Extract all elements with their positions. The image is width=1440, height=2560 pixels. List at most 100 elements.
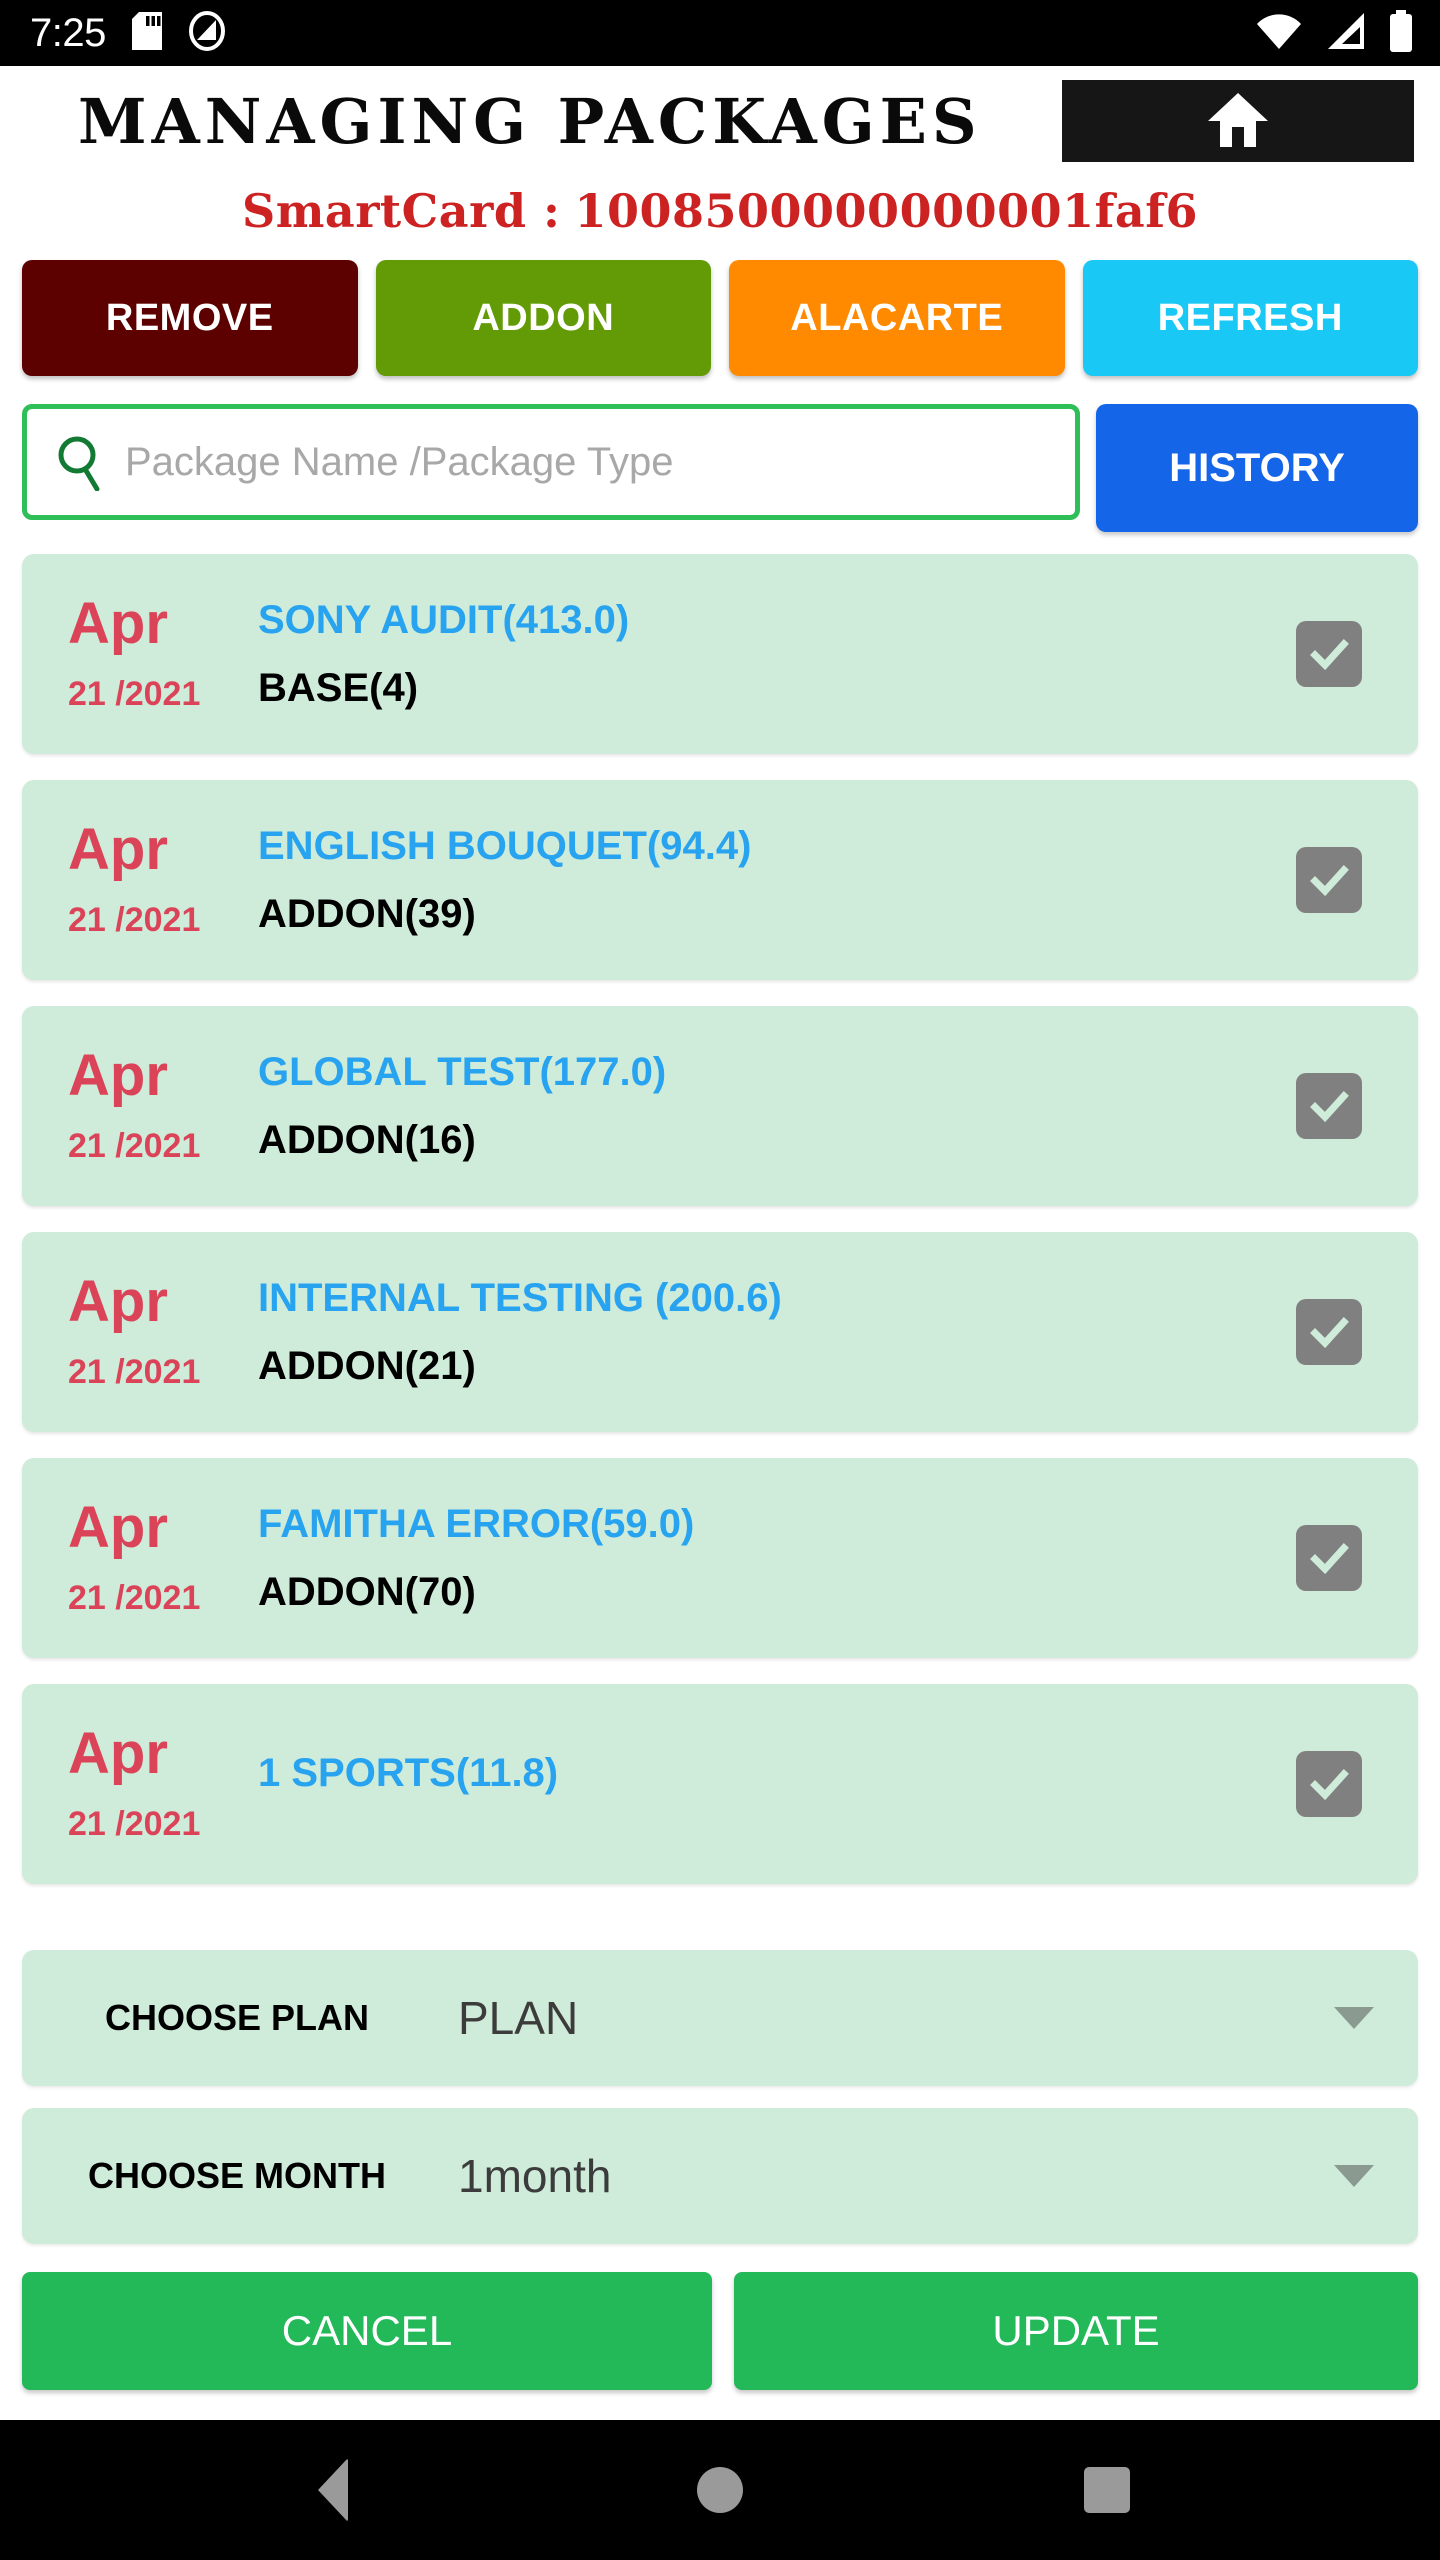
package-name: 1 SPORTS(11.8) — [258, 1751, 559, 1795]
package-checkbox[interactable] — [1296, 1525, 1362, 1591]
package-card[interactable]: Apr 21 /2021 GLOBAL TEST(177.0) ADDON(16… — [22, 1006, 1418, 1206]
smartcard-line: SmartCard :1008500000000001faf6 — [0, 178, 1440, 246]
package-name: ENGLISH BOUQUET(94.4) — [258, 824, 752, 868]
package-day-year: 21 /2021 — [68, 1578, 201, 1617]
package-day-year: 21 /2021 — [68, 1804, 201, 1843]
do-not-disturb-icon — [188, 10, 226, 56]
recents-square-icon — [1083, 2467, 1130, 2513]
package-month: Apr — [68, 1494, 168, 1560]
package-date: Apr 21 /2021 — [54, 1268, 246, 1392]
nav-back-button[interactable] — [273, 2420, 393, 2560]
confirm-button-row: CANCEL UPDATE — [22, 2266, 1418, 2420]
package-date: Apr 21 /2021 — [54, 1042, 246, 1166]
package-list[interactable]: Apr 21 /2021 SONY AUDIT(413.0) BASE(4) A… — [0, 532, 1440, 1950]
package-card[interactable]: Apr 21 /2021 1 SPORTS(11.8) — [22, 1684, 1418, 1884]
package-type: ADDON(70) — [258, 1570, 476, 1614]
package-month: Apr — [68, 1042, 168, 1108]
choose-plan-value: PLAN — [458, 1992, 579, 2044]
package-type: ADDON(39) — [258, 892, 476, 936]
package-info: FAMITHA ERROR(59.0) ADDON(70) — [246, 1501, 1296, 1615]
search-input[interactable] — [125, 409, 1075, 515]
smartcard-value: 1008500000000001faf6 — [574, 184, 1198, 238]
alacarte-button[interactable]: ALACARTE — [729, 260, 1065, 376]
search-row: HISTORY — [0, 376, 1440, 532]
check-icon — [1310, 865, 1349, 897]
package-info: SONY AUDIT(413.0) BASE(4) — [246, 597, 1296, 711]
package-date: Apr 21 /2021 — [54, 816, 246, 940]
package-day-year: 21 /2021 — [68, 900, 201, 939]
android-nav-bar — [0, 2420, 1440, 2560]
package-month: Apr — [68, 816, 168, 882]
cell-signal-icon — [1324, 11, 1368, 56]
page-title: MANAGING PACKAGES — [78, 85, 982, 158]
check-icon — [1310, 1769, 1349, 1801]
bottom-panel: CHOOSE PLAN PLAN CHOOSE MONTH 1month CAN… — [0, 1950, 1440, 2420]
chevron-down-icon — [1334, 2165, 1374, 2187]
status-bar: 7:25 — [0, 0, 1440, 66]
package-day-year: 21 /2021 — [68, 1352, 201, 1391]
package-checkbox[interactable] — [1296, 847, 1362, 913]
package-name: FAMITHA ERROR(59.0) — [258, 1502, 695, 1546]
package-date: Apr 21 /2021 — [54, 1720, 246, 1844]
package-checkbox[interactable] — [1296, 621, 1362, 687]
status-bar-right — [1254, 9, 1414, 57]
package-info: INTERNAL TESTING (200.6) ADDON(21) — [246, 1275, 1296, 1389]
package-day-year: 21 /2021 — [68, 674, 201, 713]
check-icon — [1310, 1317, 1349, 1349]
check-icon — [1310, 639, 1349, 671]
package-card[interactable]: Apr 21 /2021 SONY AUDIT(413.0) BASE(4) — [22, 554, 1418, 754]
app-screen: 7:25 MANAGING PACKAGES SmartCard: 10085… — [0, 0, 1440, 2560]
sd-card-icon — [131, 11, 162, 55]
check-icon — [1310, 1091, 1349, 1123]
smartcard-label: SmartCard : — [242, 184, 561, 238]
choose-month-value: 1month — [458, 2150, 612, 2202]
status-clock: 7:25 — [30, 11, 106, 55]
wifi-icon — [1254, 11, 1304, 56]
package-month: Apr — [68, 1268, 168, 1334]
package-checkbox[interactable] — [1296, 1751, 1362, 1817]
update-button[interactable]: UPDATE — [734, 2272, 1418, 2390]
package-info: ENGLISH BOUQUET(94.4) ADDON(39) — [246, 823, 1296, 937]
battery-full-icon — [1388, 9, 1414, 57]
status-bar-left: 7:25 — [30, 10, 226, 56]
package-type: ADDON(16) — [258, 1118, 476, 1162]
package-day-year: 21 /2021 — [68, 1126, 201, 1165]
back-triangle-icon — [318, 2458, 349, 2522]
search-field-wrapper[interactable] — [22, 404, 1080, 520]
nav-home-button[interactable] — [660, 2420, 780, 2560]
package-type: BASE(4) — [258, 666, 419, 710]
remove-button[interactable]: REMOVE — [22, 260, 358, 376]
package-month: Apr — [68, 590, 168, 656]
package-name: INTERNAL TESTING (200.6) — [258, 1276, 782, 1320]
package-month: Apr — [68, 1720, 168, 1786]
package-card[interactable]: Apr 21 /2021 INTERNAL TESTING (200.6) AD… — [22, 1232, 1418, 1432]
package-info: 1 SPORTS(11.8) — [246, 1750, 1296, 1818]
package-checkbox[interactable] — [1296, 1073, 1362, 1139]
choose-month-select[interactable]: CHOOSE MONTH 1month — [22, 2108, 1418, 2244]
check-icon — [1310, 1543, 1349, 1575]
home-icon — [1206, 89, 1270, 154]
action-button-row: REMOVE ADDON ALACARTE REFRESH — [0, 246, 1440, 376]
package-date: Apr 21 /2021 — [54, 590, 246, 714]
choose-plan-label: CHOOSE PLAN — [104, 1997, 370, 2038]
search-icon — [53, 433, 107, 491]
package-name: GLOBAL TEST(177.0) — [258, 1050, 667, 1094]
package-checkbox[interactable] — [1296, 1299, 1362, 1365]
nav-recents-button[interactable] — [1047, 2420, 1167, 2560]
history-button[interactable]: HISTORY — [1096, 404, 1418, 532]
package-card[interactable]: Apr 21 /2021 ENGLISH BOUQUET(94.4) ADDON… — [22, 780, 1418, 980]
cancel-button[interactable]: CANCEL — [22, 2272, 712, 2390]
home-circle-icon — [696, 2467, 743, 2513]
app-header: MANAGING PACKAGES — [0, 66, 1440, 178]
package-info: GLOBAL TEST(177.0) ADDON(16) — [246, 1049, 1296, 1163]
choose-month-label: CHOOSE MONTH — [87, 2155, 386, 2196]
package-name: SONY AUDIT(413.0) — [258, 598, 630, 642]
home-button[interactable] — [1062, 80, 1414, 162]
refresh-button[interactable]: REFRESH — [1082, 260, 1418, 376]
chevron-down-icon — [1334, 2007, 1374, 2029]
package-type: ADDON(21) — [258, 1344, 476, 1388]
addon-button[interactable]: ADDON — [375, 260, 711, 376]
package-card[interactable]: Apr 21 /2021 FAMITHA ERROR(59.0) ADDON(7… — [22, 1458, 1418, 1658]
choose-plan-select[interactable]: CHOOSE PLAN PLAN — [22, 1950, 1418, 2086]
package-date: Apr 21 /2021 — [54, 1494, 246, 1618]
